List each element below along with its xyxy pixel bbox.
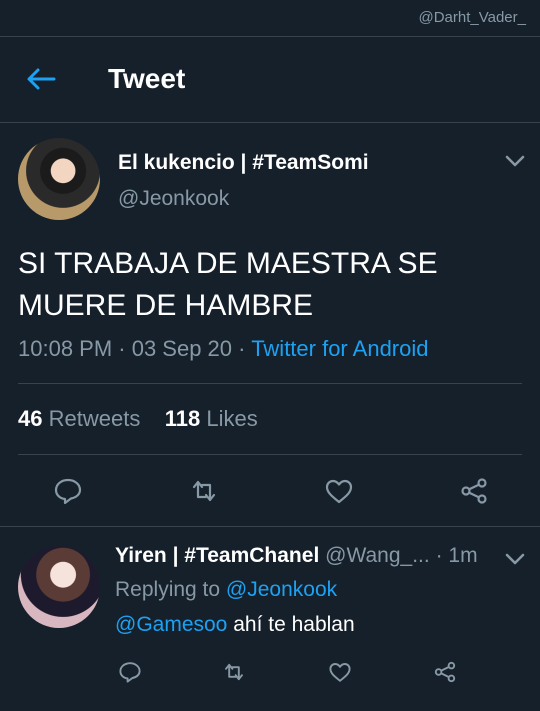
- reply-author-name[interactable]: Yiren | #TeamChanel: [115, 544, 319, 567]
- author-handle[interactable]: @Jeonkook: [118, 187, 229, 211]
- divider: [18, 454, 522, 455]
- retweet-icon: [225, 663, 243, 681]
- reply-timestamp: · 1m: [435, 544, 478, 567]
- like-icon: [329, 663, 351, 682]
- chevron-down-icon: [505, 553, 525, 565]
- like-icon: [325, 479, 353, 504]
- reply-header: Yiren | #TeamChanel @Wang_... · 1m: [115, 544, 478, 568]
- replying-to-mention[interactable]: @Jeonkook: [226, 578, 337, 601]
- watermark: @Darht_Vader_: [418, 9, 526, 26]
- retweets-label: Retweets: [48, 406, 141, 431]
- tweet-text-line: SI TRABAJA DE MAESTRA SE: [18, 247, 438, 280]
- author-name[interactable]: El kukencio | #TeamSomi: [118, 151, 369, 175]
- header-divider: [0, 122, 540, 123]
- reply-body: ahí te hablan: [233, 613, 355, 636]
- divider: [0, 526, 540, 527]
- share-icon: [461, 478, 487, 504]
- tweet-text-line: MUERE DE HAMBRE: [18, 289, 314, 322]
- reply-icon: [54, 478, 82, 505]
- chevron-down-icon: [505, 155, 525, 167]
- reply-author-avatar[interactable]: [18, 546, 100, 628]
- reply-icon: [119, 662, 141, 683]
- reply-text: @Gamesoo ahí te hablan: [115, 613, 355, 637]
- retweet-icon: [192, 480, 216, 502]
- retweet-button[interactable]: [189, 476, 219, 506]
- reply-like-button[interactable]: [328, 660, 352, 684]
- tweet-options-button[interactable]: [504, 154, 526, 168]
- header-bar: Tweet: [0, 36, 540, 122]
- reply-mention[interactable]: @Gamesoo: [115, 613, 227, 636]
- reply-author-handle[interactable]: @Wang_...: [325, 544, 430, 567]
- like-button[interactable]: [324, 476, 354, 506]
- tweet-meta: 10:08 PM · 03 Sep 20 · Twitter for Andro…: [18, 336, 429, 362]
- likes-stat[interactable]: 118 Likes: [165, 406, 258, 431]
- tweet-stats: 46 Retweets 118 Likes: [18, 406, 258, 432]
- page-title: Tweet: [108, 63, 186, 94]
- reply-button[interactable]: [53, 476, 83, 506]
- author-avatar[interactable]: [18, 138, 100, 220]
- replying-to-line: Replying to @Jeonkook: [115, 578, 337, 602]
- tweet-source-link[interactable]: Twitter for Android: [251, 336, 428, 361]
- replying-to-prefix: Replying to: [115, 578, 221, 601]
- reply-retweet-button[interactable]: [222, 660, 246, 684]
- likes-count: 118: [164, 406, 201, 431]
- back-button[interactable]: [24, 65, 56, 93]
- reply-options-button[interactable]: [504, 552, 526, 566]
- likes-label: Likes: [206, 406, 258, 431]
- tweet-detail-screen: @Darht_Vader_ Tweet El kukencio | #TeamS…: [0, 0, 540, 711]
- share-button[interactable]: [459, 476, 489, 506]
- back-arrow-icon: [27, 68, 56, 90]
- reply-share-button[interactable]: [433, 660, 457, 684]
- tweet-text: SI TRABAJA DE MAESTRA SE MUERE DE HAMBRE: [18, 243, 518, 327]
- share-icon: [434, 661, 456, 683]
- retweets-count: 46: [18, 406, 43, 431]
- tweet-timestamp: 10:08 PM · 03 Sep 20 ·: [18, 336, 252, 361]
- divider: [18, 383, 522, 384]
- retweets-stat[interactable]: 46 Retweets: [18, 406, 140, 431]
- reply-reply-button[interactable]: [118, 660, 142, 684]
